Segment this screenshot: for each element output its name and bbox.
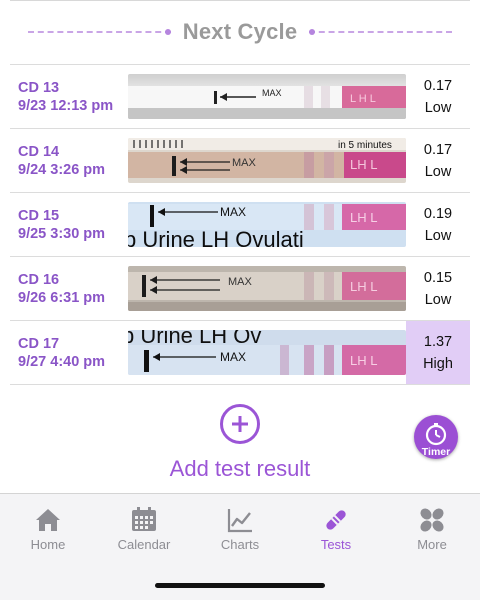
test-result-high: 1.37 High: [406, 321, 470, 384]
calendar-icon: [132, 507, 156, 531]
test-strip-photo[interactable]: MAX LH L b Urine LH Ovulati: [128, 202, 406, 247]
tab-label: More: [417, 537, 447, 552]
test-datetime: 9/25 3:30 pm: [18, 225, 106, 242]
lh-value: 0.15: [423, 269, 453, 286]
lh-level: High: [423, 355, 453, 372]
strip-max-text: MAX: [220, 205, 246, 219]
stopwatch-icon: [425, 423, 447, 446]
test-datetime: 9/27 4:40 pm: [18, 353, 106, 370]
strip-max-text: MAX: [228, 276, 253, 288]
lh-level: Low: [424, 227, 452, 244]
tab-label: Calendar: [117, 537, 171, 552]
test-date: CD 15 9/25 3:30 pm: [10, 207, 128, 243]
test-date: CD 13 9/23 12:13 pm: [10, 79, 128, 115]
test-strip-photo[interactable]: MAX LH L: [128, 266, 406, 311]
header-rule-right: [309, 29, 453, 35]
test-row[interactable]: CD 14 9/24 3:26 pm MAX LH L in 5 minutes…: [10, 129, 470, 193]
test-date: CD 16 9/26 6:31 pm: [10, 271, 128, 307]
test-datetime: 9/24 3:26 pm: [18, 161, 106, 178]
top-divider: [10, 0, 470, 1]
tab-charts[interactable]: Charts: [192, 494, 288, 560]
tab-more[interactable]: More: [384, 494, 480, 560]
svg-text:LH L: LH L: [350, 210, 377, 225]
lh-level: Low: [424, 291, 452, 308]
test-datetime: 9/26 6:31 pm: [18, 289, 106, 306]
test-strip-photo[interactable]: MAX L H L: [128, 74, 406, 119]
cycle-day: CD 15: [18, 207, 60, 224]
strip-max-text: MAX: [262, 88, 282, 98]
test-row[interactable]: CD 16 9/26 6:31 pm MAX LH L 0.15 Low: [10, 257, 470, 321]
test-result: 0.15 Low: [406, 257, 470, 320]
test-strip-photo[interactable]: MAX LH L in 5 minutes: [128, 138, 406, 183]
tab-label: Charts: [220, 537, 260, 552]
test-strip-icon: [326, 510, 346, 530]
chart-icon: [227, 509, 252, 533]
lh-value: 0.17: [423, 77, 453, 94]
test-row[interactable]: CD 15 9/25 3:30 pm MAX LH L b Urine LH O…: [10, 193, 470, 257]
svg-text:in 5 minutes: in 5 minutes: [338, 140, 392, 151]
strip-max-text: MAX: [220, 350, 246, 364]
svg-text:LH L: LH L: [350, 157, 377, 172]
svg-text:LH L: LH L: [350, 353, 377, 368]
add-test-result-button[interactable]: Add test result: [170, 456, 311, 482]
add-test-area: Add test result: [0, 400, 480, 482]
add-test-plus-icon[interactable]: [220, 404, 260, 444]
cycle-title: Next Cycle: [182, 19, 298, 44]
test-results-list: CD 13 9/23 12:13 pm MAX L H L 0.17 Low C…: [10, 64, 470, 385]
timer-label: Timer: [421, 446, 451, 458]
lh-value: 0.17: [423, 141, 453, 158]
cycle-day: CD 17: [18, 335, 60, 352]
test-strip-photo[interactable]: p Urine LH Ov MAX LH L: [128, 330, 406, 375]
lh-level: Low: [424, 163, 452, 180]
test-result: 0.19 Low: [406, 193, 470, 256]
lh-value: 0.19: [423, 205, 453, 222]
cycle-day: CD 16: [18, 271, 60, 288]
lh-level: Low: [424, 99, 452, 116]
timer-button[interactable]: Timer: [414, 415, 458, 459]
home-indicator: [155, 583, 325, 588]
svg-text:LH L: LH L: [350, 279, 377, 294]
cycle-header: Next Cycle: [28, 14, 453, 50]
test-result: 0.17 Low: [406, 129, 470, 192]
tab-bar: Home Calendar Charts Tests More: [0, 493, 480, 600]
tab-tests[interactable]: Tests: [288, 494, 384, 560]
test-datetime: 9/23 12:13 pm: [18, 97, 114, 114]
strip-max-text: MAX: [232, 157, 257, 169]
tab-label: Tests: [320, 537, 352, 552]
tab-calendar[interactable]: Calendar: [96, 494, 192, 560]
test-date: CD 17 9/27 4:40 pm: [10, 335, 128, 371]
svg-text:L H L: L H L: [350, 93, 376, 105]
home-icon: [36, 509, 60, 531]
cycle-day: CD 14: [18, 143, 60, 160]
lh-value: 1.37: [423, 333, 453, 350]
test-row[interactable]: CD 13 9/23 12:13 pm MAX L H L 0.17 Low: [10, 65, 470, 129]
test-date: CD 14 9/24 3:26 pm: [10, 143, 128, 179]
tab-label: Home: [30, 537, 66, 552]
test-row[interactable]: CD 17 9/27 4:40 pm p Urine LH Ov MAX LH …: [10, 321, 470, 385]
more-icon: [420, 508, 444, 532]
test-result: 0.17 Low: [406, 65, 470, 128]
header-rule-left: [28, 29, 171, 35]
svg-text:b Urine LH Ovulati: b Urine LH Ovulati: [128, 227, 304, 247]
tab-home[interactable]: Home: [0, 494, 96, 560]
cycle-day: CD 13: [18, 79, 60, 96]
